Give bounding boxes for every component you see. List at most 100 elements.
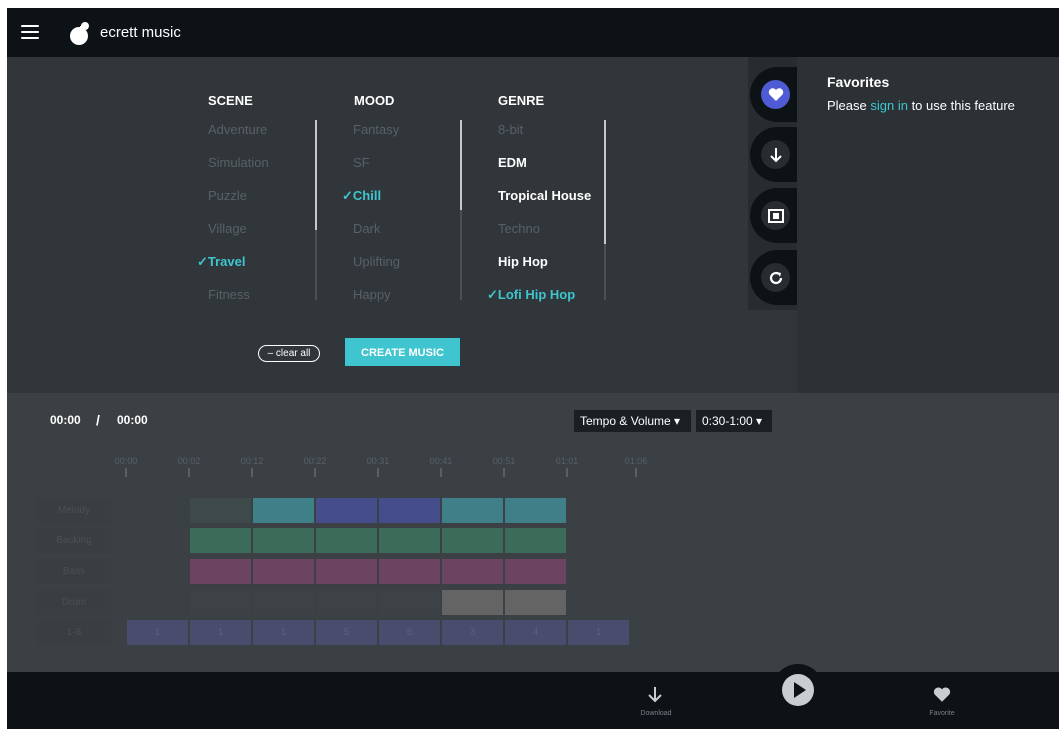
logo-icon — [70, 22, 89, 45]
bar-cell[interactable]: 1 — [190, 620, 251, 645]
clear-all-button[interactable]: – clear all — [258, 345, 320, 362]
melody-cell[interactable] — [505, 498, 566, 523]
backing-cell[interactable] — [316, 528, 377, 553]
track-label-drum: Drum — [37, 590, 111, 615]
tempo-volume-dropdown[interactable]: Tempo & Volume ▾ — [574, 410, 691, 432]
create-music-button[interactable]: CREATE MUSIC — [345, 338, 460, 366]
bar-cell[interactable]: 1 — [253, 620, 314, 645]
genre-option-edm[interactable]: EDM — [498, 155, 527, 170]
genre-scrollbar-thumb[interactable] — [604, 120, 606, 244]
genre-option-8bit[interactable]: 8-bit — [498, 122, 523, 137]
scene-option-travel[interactable]: ✓Travel — [197, 254, 245, 270]
bottom-bar: Download Favorite — [7, 672, 1059, 729]
bar-cell[interactable]: 5 — [316, 620, 377, 645]
scene-option-adventure[interactable]: Adventure — [208, 122, 267, 137]
favorites-title: Favorites — [827, 74, 890, 90]
refresh-icon — [769, 271, 782, 284]
favorite-label[interactable]: Favorite — [917, 710, 967, 717]
range-dropdown[interactable]: 0:30-1:00 ▾ — [696, 410, 772, 432]
tick-label: 01:01 — [552, 456, 582, 477]
heart-icon — [768, 87, 783, 101]
backing-cell[interactable] — [253, 528, 314, 553]
bass-cell[interactable] — [316, 559, 377, 584]
mood-option-chill[interactable]: ✓Chill — [342, 188, 381, 204]
bass-cell[interactable] — [190, 559, 251, 584]
mood-option-uplifting[interactable]: Uplifting — [353, 254, 400, 269]
play-button[interactable] — [772, 664, 824, 716]
scene-option-puzzle[interactable]: Puzzle — [208, 188, 247, 203]
tick-label: 00:41 — [426, 456, 456, 477]
backing-cell[interactable] — [190, 528, 251, 553]
favorite-icon[interactable] — [933, 687, 951, 703]
bass-cell[interactable] — [253, 559, 314, 584]
track-label-melody: Melody — [37, 498, 111, 523]
download-tab-button[interactable] — [750, 127, 798, 182]
time-separator: / — [96, 412, 100, 428]
mood-option-happy[interactable]: Happy — [353, 287, 391, 302]
film-icon — [767, 208, 784, 223]
genre-option-lofi-hip-hop[interactable]: ✓Lofi Hip Hop — [487, 287, 575, 303]
bar-cell[interactable]: 1 — [127, 620, 188, 645]
backing-cell[interactable] — [442, 528, 503, 553]
bass-cell[interactable] — [442, 559, 503, 584]
bar-cell[interactable]: 3 — [442, 620, 503, 645]
video-tab-button[interactable] — [750, 188, 798, 243]
bass-cell[interactable] — [505, 559, 566, 584]
app-window: ecrett music SCENE Adventure Simulation … — [7, 8, 1059, 729]
melody-cell[interactable] — [316, 498, 377, 523]
scene-scrollbar-thumb[interactable] — [315, 120, 317, 230]
download-icon[interactable] — [647, 686, 663, 704]
scene-option-fitness[interactable]: Fitness — [208, 287, 250, 302]
backing-cell[interactable] — [505, 528, 566, 553]
favorites-msg-post: to use this feature — [907, 98, 1015, 113]
brand-name: ecrett music — [100, 24, 181, 41]
drum-cell[interactable] — [505, 590, 566, 615]
favorites-msg-pre: Please — [827, 98, 871, 113]
favorites-tab-button[interactable] — [750, 67, 798, 122]
genre-heading: GENRE — [498, 93, 545, 108]
top-bar: ecrett music — [7, 8, 1059, 57]
tick-label: 00:31 — [363, 456, 393, 477]
bar-cell[interactable]: 4 — [505, 620, 566, 645]
drum-cell[interactable] — [253, 590, 314, 615]
hamburger-menu-icon[interactable] — [21, 25, 39, 39]
genre-option-tropical-house[interactable]: Tropical House — [498, 188, 591, 203]
arrow-down-icon — [769, 147, 782, 162]
scene-heading: SCENE — [208, 93, 253, 108]
mood-option-dark[interactable]: Dark — [353, 221, 380, 236]
bar-cell[interactable]: 1 — [568, 620, 629, 645]
refresh-tab-button[interactable] — [750, 250, 798, 305]
bar-cell[interactable]: 6 — [379, 620, 440, 645]
total-time: 00:00 — [117, 413, 148, 427]
track-label-backing: Backing — [37, 528, 111, 553]
download-label[interactable]: Download — [631, 710, 681, 717]
melody-cell[interactable] — [253, 498, 314, 523]
drum-cell[interactable] — [190, 590, 251, 615]
favorites-sidebar: Favorites Please sign in to use this fea… — [797, 57, 1059, 393]
track-label-bars: 1-8 — [37, 620, 111, 645]
melody-cell[interactable] — [379, 498, 440, 523]
sign-in-link[interactable]: sign in — [870, 98, 908, 113]
tick-label: 00:02 — [174, 456, 204, 477]
melody-cell[interactable] — [442, 498, 503, 523]
play-icon — [782, 674, 814, 706]
mood-scrollbar-thumb[interactable] — [460, 120, 462, 210]
backing-cell[interactable] — [379, 528, 440, 553]
genre-option-techno[interactable]: Techno — [498, 221, 540, 236]
mood-option-sf[interactable]: SF — [353, 155, 370, 170]
tick-label: 01:06 — [621, 456, 651, 477]
scene-option-village[interactable]: Village — [208, 221, 247, 236]
tick-label: 00:22 — [300, 456, 330, 477]
scene-option-simulation[interactable]: Simulation — [208, 155, 269, 170]
genre-option-hip-hop[interactable]: Hip Hop — [498, 254, 548, 269]
tick-label: 00:00 — [111, 456, 141, 477]
melody-cell[interactable] — [190, 498, 251, 523]
drum-cell[interactable] — [442, 590, 503, 615]
drum-cell[interactable] — [316, 590, 377, 615]
favorites-message: Please sign in to use this feature — [827, 98, 1015, 113]
action-icon-column — [748, 57, 798, 310]
track-label-bass: Bass — [37, 559, 111, 584]
bass-cell[interactable] — [379, 559, 440, 584]
drum-cell[interactable] — [379, 590, 440, 615]
mood-option-fantasy[interactable]: Fantasy — [353, 122, 399, 137]
